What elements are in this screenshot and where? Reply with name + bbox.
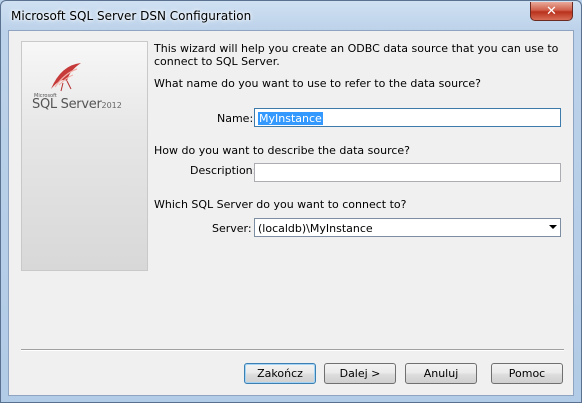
sql-server-wordmark: SQL Server2012 <box>32 97 122 112</box>
name-input-value: MyInstance <box>258 112 323 125</box>
next-button[interactable]: Dalej > <box>324 363 396 384</box>
description-input[interactable] <box>254 163 561 182</box>
description-label: Description: <box>190 164 257 177</box>
description-question: How do you want to describe the data sou… <box>154 144 411 157</box>
help-button[interactable]: Pomoc <box>491 363 563 384</box>
intro-text: This wizard will help you create an ODBC… <box>154 42 559 68</box>
product-year: 2012 <box>101 101 122 110</box>
dialog-client-area: Microsoft SQL Server2012 This wizard wil… <box>8 30 574 396</box>
product-name: SQL Server <box>32 97 102 112</box>
chevron-down-icon[interactable] <box>549 225 557 229</box>
server-question: Which SQL Server do you want to connect … <box>154 198 407 211</box>
close-button[interactable]: ✕ <box>530 2 573 21</box>
close-icon: ✕ <box>546 3 557 19</box>
dsn-config-window: Microsoft SQL Server DSN Configuration ✕… <box>0 0 582 403</box>
title-bar[interactable]: Microsoft SQL Server DSN Configuration ✕ <box>1 1 581 30</box>
cancel-button[interactable]: Anuluj <box>405 363 477 384</box>
finish-button[interactable]: Zakończ <box>244 363 316 384</box>
name-input[interactable]: MyInstance <box>254 108 561 127</box>
name-question: What name do you want to use to refer to… <box>154 77 482 90</box>
server-label: Server: <box>212 222 252 235</box>
server-combobox-value: (localdb)\MyInstance <box>258 222 373 235</box>
sql-server-logo-panel: Microsoft SQL Server2012 <box>21 41 148 271</box>
button-separator <box>21 349 564 351</box>
server-combobox[interactable]: (localdb)\MyInstance <box>254 218 561 237</box>
window-title: Microsoft SQL Server DSN Configuration <box>11 9 252 23</box>
name-label: Name: <box>217 112 254 125</box>
sql-server-logo-icon <box>51 63 81 92</box>
